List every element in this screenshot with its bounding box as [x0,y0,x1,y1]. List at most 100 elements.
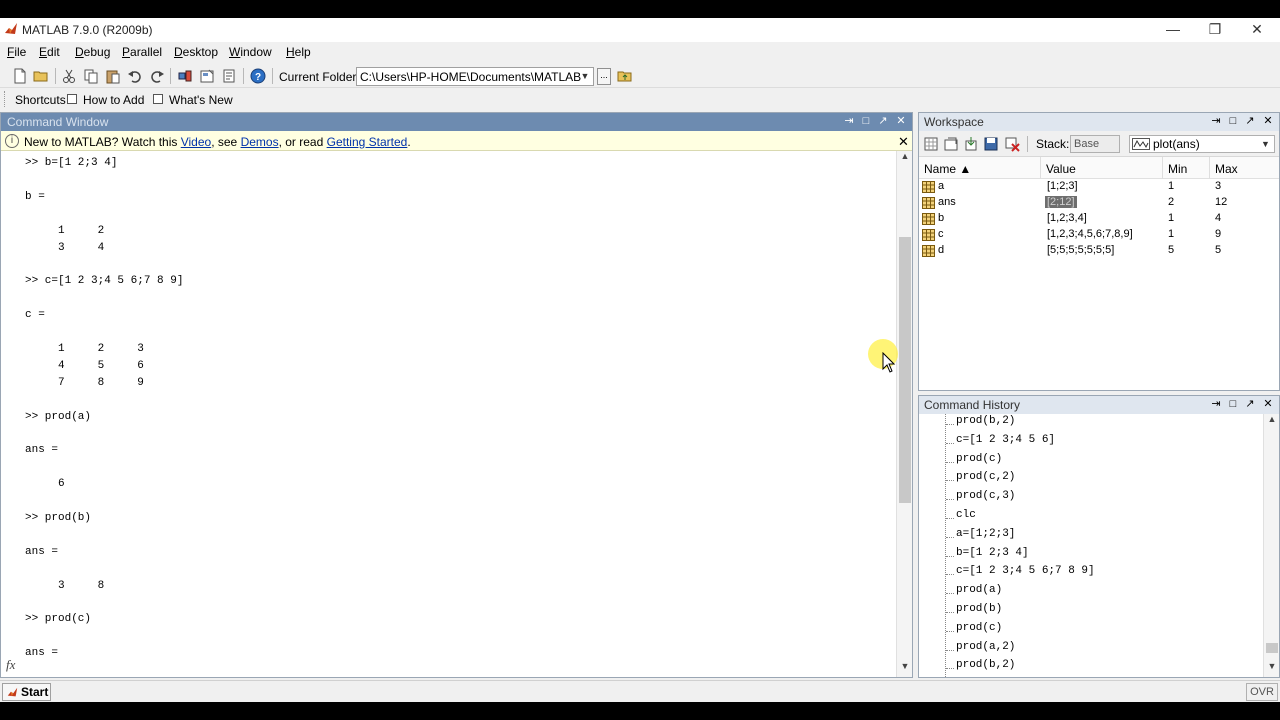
workspace-row[interactable]: a [1;2;3] 1 3 [919,179,1279,195]
redo-icon[interactable] [149,68,165,84]
column-divider[interactable] [1162,157,1163,179]
workspace-row[interactable]: ans [2;12] 2 12 [919,195,1279,211]
new-to-matlab-notice: i New to MATLAB? Watch this Video, see D… [1,131,912,151]
plot-selector[interactable]: plot(ans) ▼ [1129,135,1275,153]
history-item[interactable]: prod(a) [956,584,1002,596]
command-window: Command Window ⇥ □ ↗ ✕ i New to MATLAB? … [0,112,913,678]
maximize-pane-icon[interactable]: □ [859,114,873,128]
import-data-icon[interactable] [963,136,979,152]
history-item[interactable]: prod(b) [956,603,1002,615]
workspace-row[interactable]: c [1,2,3;4,5,6;7,8,9] 1 9 [919,227,1279,243]
profiler-icon[interactable] [221,68,237,84]
dock-icon[interactable]: ⇥ [1209,397,1223,411]
history-item[interactable]: prod(b,2) [956,659,1015,671]
close-pane-icon[interactable]: ✕ [894,114,908,128]
dock-icon[interactable]: ⇥ [1209,114,1223,128]
workspace-row[interactable]: b [1,2;3,4] 1 4 [919,211,1279,227]
simulink-icon[interactable] [177,68,193,84]
history-item[interactable]: c=[1 2 3;4 5 6;7 8 9] [956,565,1095,577]
undo-icon[interactable] [127,68,143,84]
history-item[interactable]: b=[1 2;3 4] [956,547,1029,559]
video-link[interactable]: Video [181,135,211,149]
undock-icon[interactable]: ↗ [1243,114,1257,128]
menu-file[interactable]: File [7,45,26,59]
command-output[interactable]: >> b=[1 2;3 4] b = 1 2 3 4 >> c=[1 2 3;4 5… [1,151,895,667]
scroll-down-icon[interactable]: ▼ [897,661,913,675]
paste-icon[interactable] [105,68,121,84]
history-item[interactable]: prod(c,2) [956,471,1015,483]
scroll-up-icon[interactable]: ▲ [1264,414,1280,428]
history-item[interactable]: clc [956,509,976,521]
scroll-thumb[interactable] [899,237,911,503]
history-scrollbar[interactable]: ▲ ▼ [1263,414,1279,677]
copy-icon[interactable] [83,68,99,84]
history-item[interactable]: prod(c,3) [956,490,1015,502]
command-window-scrollbar[interactable]: ▲ ▼ [896,151,912,677]
column-divider[interactable] [1040,157,1041,179]
command-history-list: prod(b,2) c=[1 2 3;4 5 6] prod(c) prod(c,2)… [919,414,1263,677]
history-item[interactable]: prod(a,2) [956,641,1015,653]
chevron-down-icon[interactable]: ▼ [1261,139,1270,149]
column-name[interactable]: Name ▲ [924,162,971,176]
maximize-pane-icon[interactable]: □ [1226,114,1240,128]
close-pane-icon[interactable]: ✕ [1261,114,1275,128]
whats-new-link[interactable]: What's New [169,93,233,107]
guide-icon[interactable] [199,68,215,84]
dock-icon[interactable]: ⇥ [842,114,856,128]
help-icon[interactable]: ? [250,68,266,84]
close-pane-icon[interactable]: ✕ [1261,397,1275,411]
history-item[interactable]: prod(c) [956,453,1002,465]
matrix-variable-icon [922,197,935,209]
save-workspace-icon[interactable] [983,136,999,152]
current-folder-input[interactable]: C:\Users\HP-HOME\Documents\MATLAB [356,67,594,86]
history-item[interactable]: a=[1;2;3] [956,528,1015,540]
menu-parallel[interactable]: Parallel [122,45,162,59]
scroll-thumb[interactable] [1266,643,1278,653]
maximize-pane-icon[interactable]: □ [1226,397,1240,411]
menu-help[interactable]: Help [286,45,311,59]
open-folder-icon[interactable] [33,68,49,84]
scroll-up-icon[interactable]: ▲ [897,151,913,165]
stack-select[interactable]: Base [1070,135,1120,153]
history-item[interactable]: prod(c) [956,622,1002,634]
start-button[interactable]: Start [2,683,51,701]
new-variable-icon[interactable] [923,136,939,152]
open-variable-icon[interactable] [943,136,959,152]
folder-up-icon[interactable] [617,68,633,84]
menu-edit[interactable]: Edit [39,45,60,59]
column-value[interactable]: Value [1046,162,1076,176]
history-item[interactable]: prod(b,2) [956,415,1015,427]
workspace-table-header: Name ▲ Value Min Max [919,157,1279,179]
column-min[interactable]: Min [1168,162,1187,176]
demos-link[interactable]: Demos [241,135,279,149]
close-notice-icon[interactable]: ✕ [898,134,909,150]
cut-icon[interactable] [61,68,77,84]
maximize-button[interactable]: ❐ [1194,18,1236,40]
getting-started-link[interactable]: Getting Started [327,135,408,149]
chevron-down-icon[interactable]: ▼ [577,68,593,85]
close-window-button[interactable]: ✕ [1236,18,1278,40]
shortcuts-label[interactable]: Shortcuts [15,93,66,107]
tree-connector [946,442,954,444]
menu-desktop[interactable]: Desktop [174,45,218,59]
workspace-row[interactable]: d [5;5;5;5;5;5;5] 5 5 [919,243,1279,259]
how-to-add-link[interactable]: How to Add [83,93,144,107]
tree-connector [946,574,954,576]
column-max[interactable]: Max [1215,162,1238,176]
minimize-button[interactable]: — [1152,18,1194,40]
scroll-down-icon[interactable]: ▼ [1264,661,1280,675]
history-item[interactable]: c=[1 2 3;4 5 6] [956,434,1055,446]
new-file-icon[interactable] [12,68,28,84]
delete-variable-icon[interactable] [1004,136,1020,152]
variable-max: 5 [1215,244,1222,256]
start-label: Start [21,685,49,699]
workspace-panel: Workspace ⇥ □ ↗ ✕ Stack: Base plot(ans) … [918,112,1280,391]
fx-icon[interactable]: fx [6,657,15,673]
column-divider[interactable] [1209,157,1210,179]
browse-folder-button[interactable]: ... [597,68,611,85]
undock-icon[interactable]: ↗ [876,114,890,128]
menu-window[interactable]: Window [229,45,272,59]
current-folder-label: Current Folder: [279,70,360,84]
menu-debug[interactable]: Debug [75,45,110,59]
undock-icon[interactable]: ↗ [1243,397,1257,411]
